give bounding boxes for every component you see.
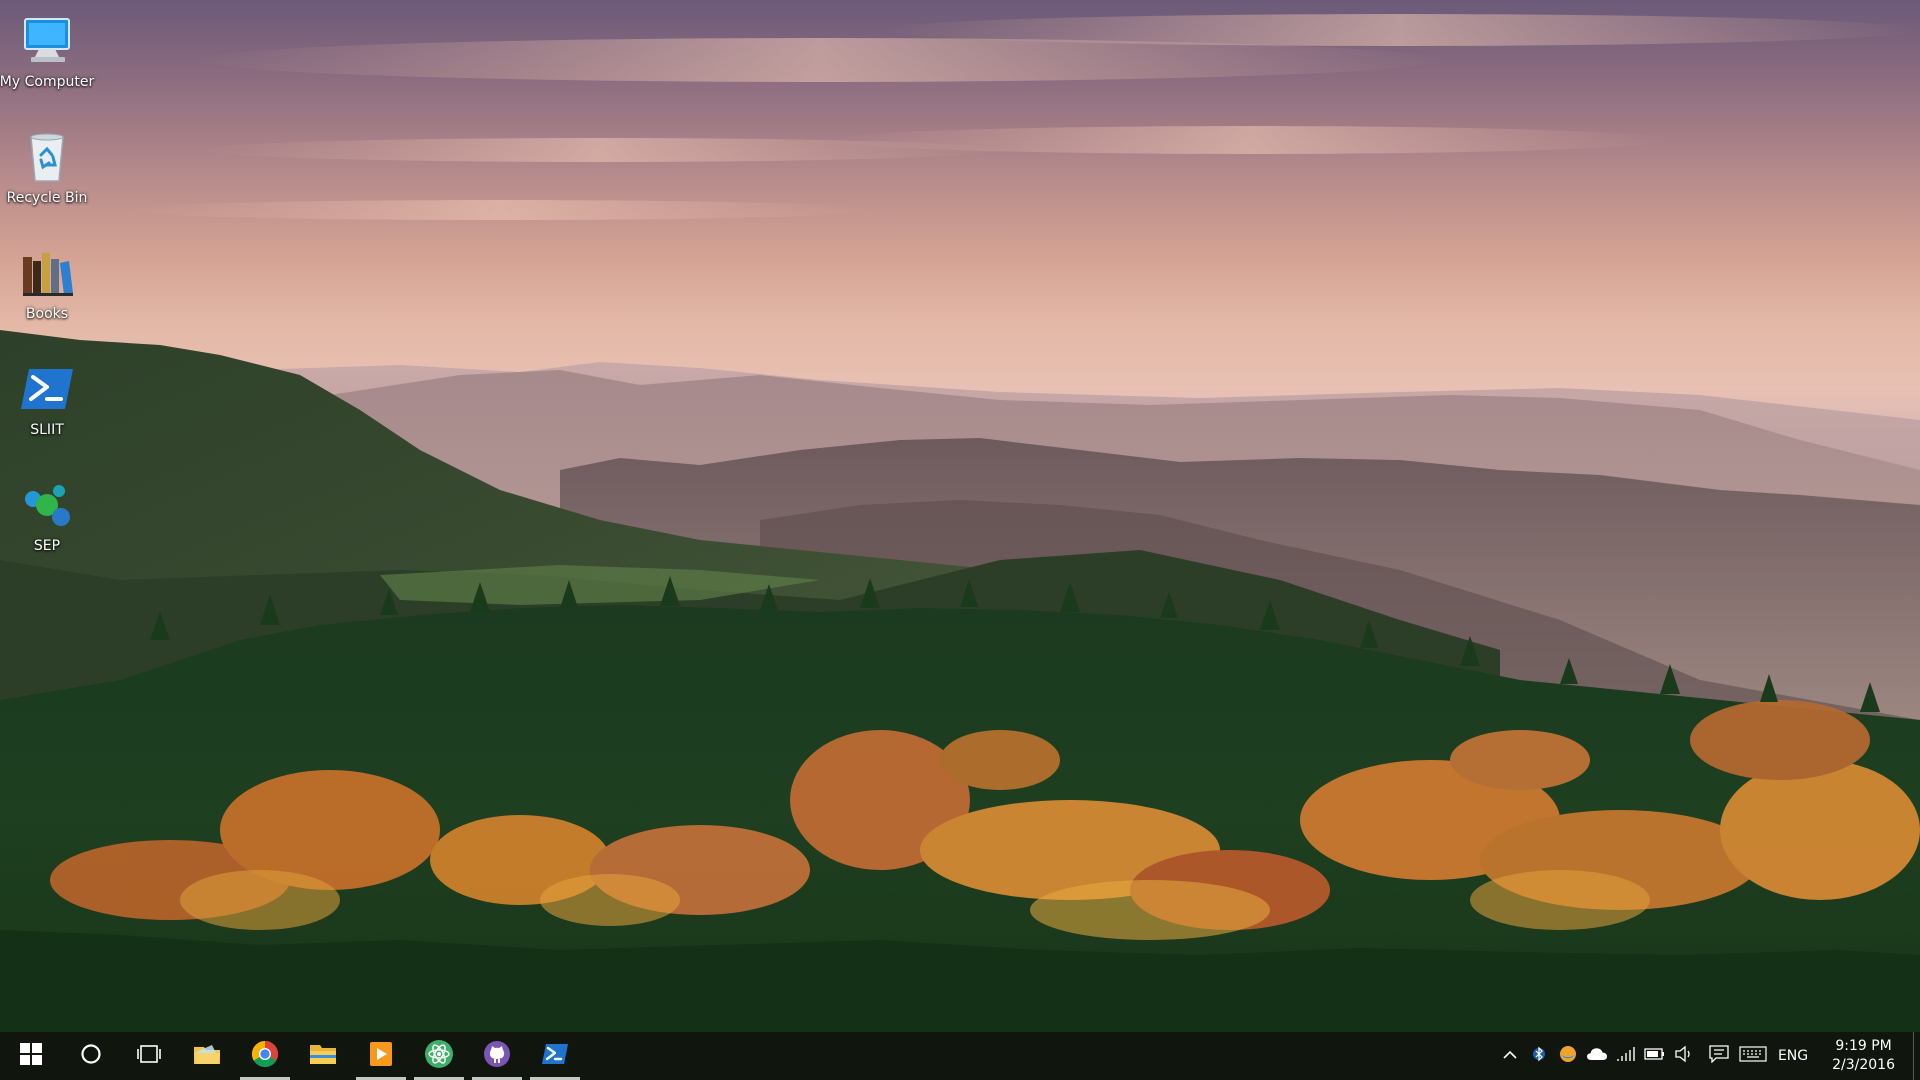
keyboard-icon [1739,1045,1767,1067]
file-explorer-yellow-icon [192,1041,222,1072]
desktop-icon-label: SLIIT [30,422,64,438]
taskbar-app-github[interactable] [468,1032,526,1080]
desktop-icon-recycle-bin[interactable]: Recycle Bin [2,120,92,216]
desktop-icon-books[interactable]: Books [2,236,92,332]
github-icon [483,1040,511,1073]
desktop[interactable]: My Computer Recycle Bin Books SLIIT SEP … [0,0,1920,1080]
taskbar: ENG 9:19 PM 2/3/2016 [0,1032,1920,1080]
cortana-circle-icon [80,1043,102,1070]
volume-icon [1674,1045,1694,1068]
battery-tray-button[interactable] [1641,1032,1670,1080]
wallpaper [0,0,1920,1080]
onedrive-tray-button[interactable] [1583,1032,1612,1080]
show-hidden-icons-button[interactable] [1496,1032,1525,1080]
desktop-icon-label: SEP [33,538,61,554]
landscape-scene [0,14,1920,1080]
volume-tray-button[interactable] [1670,1032,1699,1080]
bluetooth-icon [1533,1044,1546,1069]
media-player-icon [368,1040,394,1073]
desktop-icon-label: Recycle Bin [6,190,88,206]
bluetooth-tray-button[interactable] [1525,1032,1554,1080]
clock-date: 2/3/2016 [1832,1057,1895,1073]
action-center-icon [1709,1044,1730,1068]
taskbar-app-file-explorer-quick[interactable] [178,1032,236,1080]
system-tray: ENG 9:19 PM 2/3/2016 [1496,1032,1920,1080]
task-view-button[interactable] [120,1032,178,1080]
network-tray-button[interactable] [1612,1032,1641,1080]
chrome-icon [251,1040,279,1073]
taskbar-app-file-explorer[interactable] [294,1032,352,1080]
task-view-icon [137,1043,161,1070]
input-language-indicator[interactable]: ENG [1772,1048,1820,1064]
battery-icon [1644,1047,1666,1066]
clock-time: 9:19 PM [1835,1038,1892,1054]
books-icon [18,244,76,302]
sep-icon [18,476,76,534]
touch-keyboard-button[interactable] [1734,1032,1772,1080]
windows-logo-icon [20,1042,42,1070]
show-desktop-button[interactable] [1913,1032,1920,1080]
start-button[interactable] [0,1032,62,1080]
powershell-icon [541,1042,569,1071]
desktop-icon-sep[interactable]: SEP [2,468,92,564]
chevron-up-icon [1503,1047,1518,1065]
taskbar-app-chrome[interactable] [236,1032,294,1080]
powershell-icon [18,360,76,418]
computer-icon [18,12,76,70]
file-explorer-icon [308,1041,338,1072]
desktop-icon-label: My Computer [0,74,95,90]
action-center-button[interactable] [1705,1032,1734,1080]
taskbar-app-atom[interactable] [410,1032,468,1080]
desktop-icon-label: Books [25,306,69,322]
desktop-icon-sliit[interactable]: SLIIT [2,352,92,448]
desktop-icon-my-computer[interactable]: My Computer [0,4,95,100]
search-button[interactable] [62,1032,120,1080]
wifi-icon [1616,1045,1636,1068]
atom-icon [424,1039,454,1074]
recycle-bin-icon [18,128,76,186]
taskbar-app-powershell[interactable] [526,1032,584,1080]
onedrive-cloud-icon [1586,1046,1608,1067]
clock[interactable]: 9:19 PM 2/3/2016 [1820,1032,1913,1080]
taskbar-app-media-player[interactable] [352,1032,410,1080]
weather-icon [1558,1044,1578,1069]
weather-tray-button[interactable] [1554,1032,1583,1080]
